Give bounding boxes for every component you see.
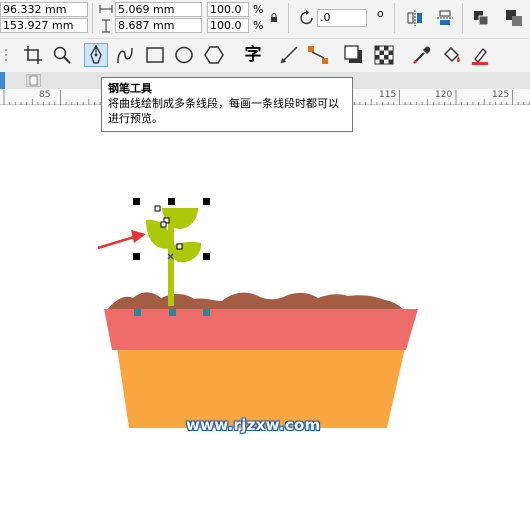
ellipse-icon	[175, 46, 193, 64]
drawing-canvas[interactable]	[0, 106, 530, 516]
transparency-tool[interactable]	[372, 43, 396, 67]
divider	[288, 3, 289, 33]
eyedropper-icon	[413, 46, 431, 64]
ellipse-tool[interactable]	[172, 43, 196, 67]
red-arrow-pointer	[97, 230, 146, 250]
scale-y-field[interactable]: 100.0	[207, 18, 249, 33]
pen-tool[interactable]	[84, 43, 108, 67]
zoom-icon	[53, 46, 71, 64]
width-icon	[99, 5, 113, 13]
tooltip-title: 钢笔工具	[108, 82, 152, 95]
watermark: www.rjzxw.com	[186, 416, 321, 434]
crop-icon	[24, 46, 42, 64]
mirror-vertical-icon[interactable]	[436, 9, 454, 27]
page-icon	[29, 75, 38, 86]
height-field[interactable]: 8.687 mm	[115, 18, 202, 33]
zoom-tool[interactable]	[50, 43, 74, 67]
toolbox: 字	[0, 38, 530, 73]
ruler-tick-label: 115	[379, 90, 397, 100]
scale-x-field[interactable]: 100.0	[207, 2, 249, 17]
page-tab[interactable]	[26, 74, 41, 87]
dimension-line-icon	[280, 46, 298, 64]
checkerboard-icon	[374, 45, 394, 65]
outline-pen-icon	[472, 47, 488, 65]
ruler-tick-label: 125	[492, 90, 510, 100]
polygon-tool[interactable]	[202, 43, 226, 67]
arrange-icon[interactable]	[472, 9, 490, 27]
order-icon[interactable]	[505, 9, 523, 27]
active-tab-marker[interactable]	[0, 72, 5, 89]
soil[interactable]	[107, 292, 404, 311]
property-bar: 96.332 mm 153.927 mm 5.069 mm 8.687 mm 1…	[0, 0, 530, 38]
eyedropper-tool[interactable]	[410, 43, 434, 67]
pen-tool-tooltip: 钢笔工具 将曲线绘制成多条线段，每画一条线段时都可以进行预览。	[101, 77, 353, 132]
line-tool[interactable]	[277, 43, 301, 67]
height-icon	[102, 19, 110, 33]
degree-label: o	[377, 7, 384, 20]
mirror-horizontal-icon[interactable]	[406, 9, 424, 27]
pot-rim[interactable]	[104, 309, 418, 350]
fill-tool[interactable]	[440, 43, 464, 67]
outline-tool[interactable]	[468, 43, 492, 67]
percent-label: %	[253, 19, 264, 32]
lock-ratio-icon[interactable]	[270, 13, 278, 23]
rotate-icon	[300, 10, 313, 25]
percent-label: %	[253, 3, 264, 16]
pen-icon	[90, 44, 102, 64]
tooltip-description: 将曲线绘制成多条线段，每画一条线段时都可以进行预览。	[108, 97, 339, 125]
text-tool[interactable]: 字	[241, 43, 265, 67]
rotation-field[interactable]: .0	[317, 9, 367, 27]
curve-icon	[117, 47, 133, 64]
connector-tool[interactable]	[306, 43, 330, 67]
connector-icon	[308, 46, 328, 64]
ruler-tick-label: 85	[39, 90, 51, 100]
grip-icon	[5, 49, 7, 61]
drop-shadow-icon	[344, 45, 362, 63]
rectangle-icon	[146, 47, 164, 63]
drop-shadow-tool[interactable]	[342, 43, 366, 67]
rectangle-tool[interactable]	[143, 43, 167, 67]
curve-tool[interactable]	[113, 43, 137, 67]
divider	[92, 3, 93, 33]
y-position-field[interactable]: 153.927 mm	[0, 18, 88, 33]
polygon-icon	[204, 46, 224, 64]
divider	[394, 3, 395, 33]
sprout-stem[interactable]	[168, 216, 174, 306]
paint-bucket-icon	[443, 46, 460, 63]
crop-tool[interactable]	[21, 43, 45, 67]
x-position-field[interactable]: 96.332 mm	[0, 2, 88, 17]
divider	[462, 3, 463, 33]
width-field[interactable]: 5.069 mm	[115, 2, 202, 17]
ruler-tick-label: 120	[435, 90, 453, 100]
sprout-leaf-right[interactable]	[172, 242, 202, 263]
